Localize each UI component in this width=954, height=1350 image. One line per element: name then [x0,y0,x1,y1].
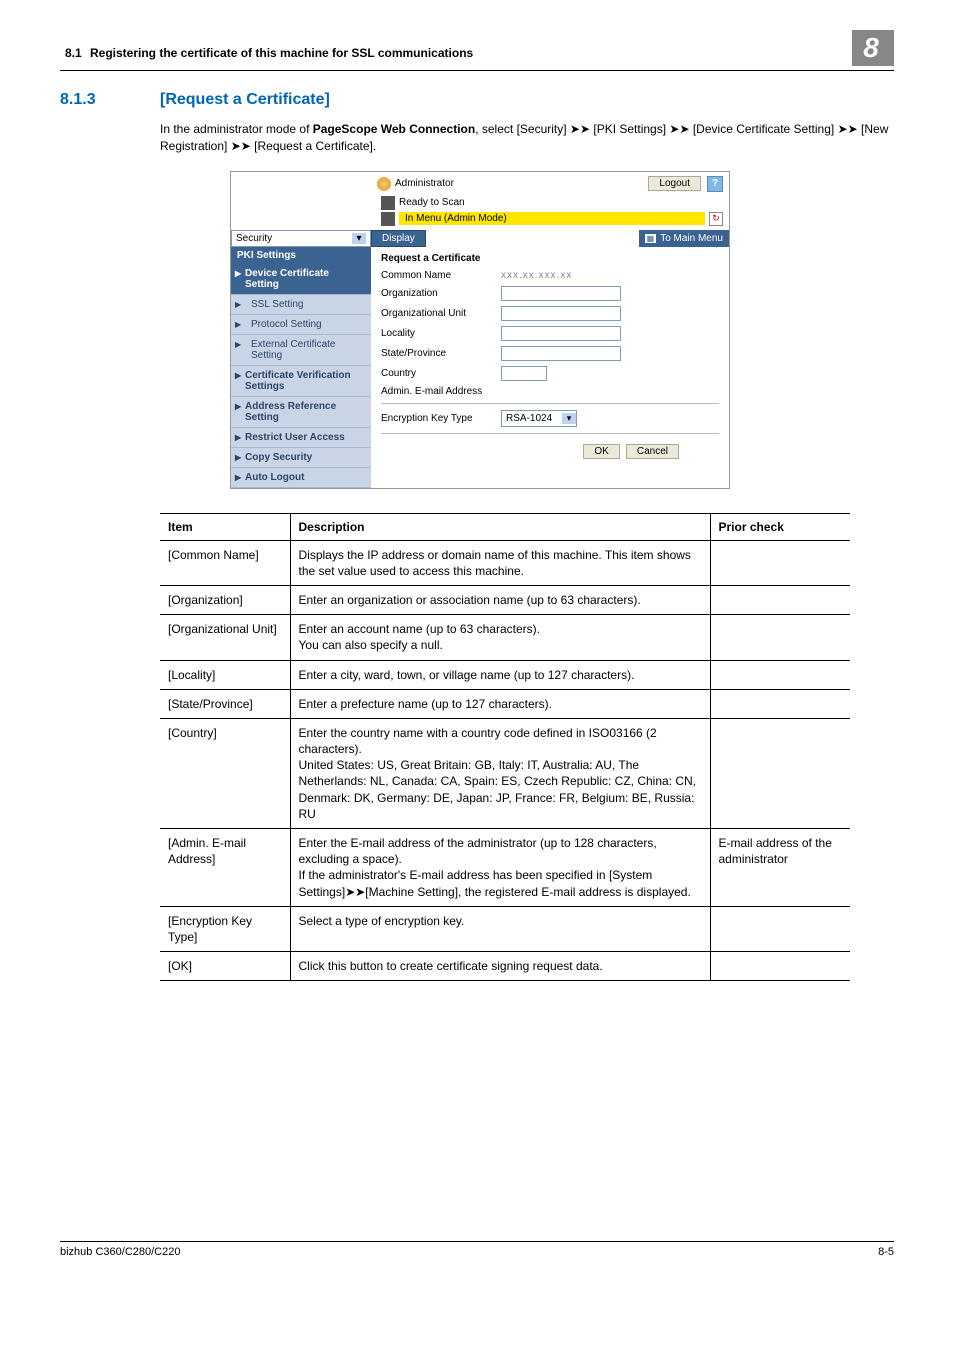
refresh-icon[interactable]: ↻ [709,212,723,226]
table-row: [State/Province]Enter a prefecture name … [160,689,850,718]
menu-icon: ▦ [645,234,657,243]
printer-icon [381,212,395,226]
header-section-num: 8.1 [60,46,90,60]
cell-item: [State/Province] [160,689,290,718]
lbl-locality: Locality [381,328,501,339]
cell-description: Enter an account name (up to 63 characte… [290,615,710,660]
cell-description: Select a type of encryption key. [290,906,710,951]
screenshot-panel: Administrator Logout ? Ready to Scan In … [230,171,730,489]
printer-icon [381,196,395,210]
cell-prior [710,952,850,981]
cell-item: [Locality] [160,660,290,689]
lbl-state: State/Province [381,348,501,359]
table-row: [Locality]Enter a city, ward, town, or v… [160,660,850,689]
lbl-admin-email: Admin. E-mail Address [381,386,501,397]
nav-auto-logout[interactable]: ▶Auto Logout [231,468,371,488]
th-description: Description [290,513,710,540]
lbl-organization: Organization [381,288,501,299]
header-title: Registering the certificate of this mach… [90,46,852,60]
cell-prior [710,540,850,585]
table-row: [Country]Enter the country name with a c… [160,718,850,828]
nav-device-certificate[interactable]: ▶Device Certificate Setting [231,264,371,295]
cell-description: Click this button to create certificate … [290,952,710,981]
cell-description: Displays the IP address or domain name o… [290,540,710,585]
admin-label: Administrator [395,178,454,189]
section-number: 8.1.3 [60,91,160,109]
cell-item: [OK] [160,952,290,981]
val-common-name: xxx.xx.xxx.xx [501,270,572,281]
table-row: [Admin. E-mail Address]Enter the E-mail … [160,829,850,907]
th-item: Item [160,513,290,540]
nav-pki-settings[interactable]: ▼PKI Settings [231,247,371,264]
table-row: [OK]Click this button to create certific… [160,952,850,981]
table-row: [Organization]Enter an organization or a… [160,585,850,614]
cell-prior [710,585,850,614]
cell-prior: E-mail address of the administrator [710,829,850,907]
th-prior: Prior check [710,513,850,540]
cell-prior [710,660,850,689]
nav-ssl-setting[interactable]: ▶SSL Setting [231,295,371,315]
cell-description: Enter an organization or association nam… [290,585,710,614]
cell-item: [Common Name] [160,540,290,585]
table-row: [Organizational Unit]Enter an account na… [160,615,850,660]
cell-description: Enter the country name with a country co… [290,718,710,828]
nav-protocol-setting[interactable]: ▶Protocol Setting [231,315,371,335]
cell-item: [Country] [160,718,290,828]
cell-prior [710,689,850,718]
input-org-unit[interactable] [501,306,621,321]
cell-item: [Admin. E-mail Address] [160,829,290,907]
cell-item: [Organizational Unit] [160,615,290,660]
security-dropdown[interactable]: Security▾ [231,230,371,247]
intro-paragraph: In the administrator mode of PageScope W… [160,121,894,155]
help-icon[interactable]: ? [707,176,723,192]
chevron-down-icon: ▾ [352,233,366,244]
nav-cert-verification[interactable]: ▶Certificate Verification Settings [231,366,371,397]
cell-prior [710,718,850,828]
cancel-button[interactable]: Cancel [626,444,679,459]
lbl-encryption-key: Encryption Key Type [381,413,501,424]
section-title: [Request a Certificate] [160,91,330,109]
admin-icon [377,177,391,191]
nav-external-cert[interactable]: ▶External Certificate Setting [231,335,371,366]
table-row: [Common Name]Displays the IP address or … [160,540,850,585]
table-row: [Encryption Key Type]Select a type of en… [160,906,850,951]
cell-description: Enter a city, ward, town, or village nam… [290,660,710,689]
lbl-common-name: Common Name [381,270,501,281]
nav-sidebar: ▼PKI Settings ▶Device Certificate Settin… [231,247,371,488]
status-ready: Ready to Scan [399,197,465,208]
lbl-org-unit: Organizational Unit [381,308,501,319]
footer-model: bizhub C360/C280/C220 [60,1246,180,1258]
mode-banner: In Menu (Admin Mode) [399,212,705,225]
ok-button[interactable]: OK [583,444,619,459]
chevron-down-icon: ▾ [562,413,576,424]
nav-copy-security[interactable]: ▶Copy Security [231,448,371,468]
logout-button[interactable]: Logout [648,176,701,191]
input-state[interactable] [501,346,621,361]
to-main-menu-button[interactable]: ▦To Main Menu [639,230,729,247]
description-table: Item Description Prior check [Common Nam… [160,513,850,982]
nav-address-reference[interactable]: ▶Address Reference Setting [231,397,371,428]
input-locality[interactable] [501,326,621,341]
cell-item: [Organization] [160,585,290,614]
form-title: Request a Certificate [381,253,719,264]
lbl-country: Country [381,368,501,379]
input-country[interactable] [501,366,547,381]
cell-description: Enter a prefecture name (up to 127 chara… [290,689,710,718]
cell-prior [710,906,850,951]
select-encryption-key[interactable]: RSA-1024▾ [501,410,577,427]
cell-item: [Encryption Key Type] [160,906,290,951]
footer-page: 8-5 [878,1246,894,1258]
chapter-badge: 8 [852,30,894,66]
cell-description: Enter the E-mail address of the administ… [290,829,710,907]
input-organization[interactable] [501,286,621,301]
cell-prior [710,615,850,660]
nav-restrict-user[interactable]: ▶Restrict User Access [231,428,371,448]
display-button[interactable]: Display [371,230,426,247]
